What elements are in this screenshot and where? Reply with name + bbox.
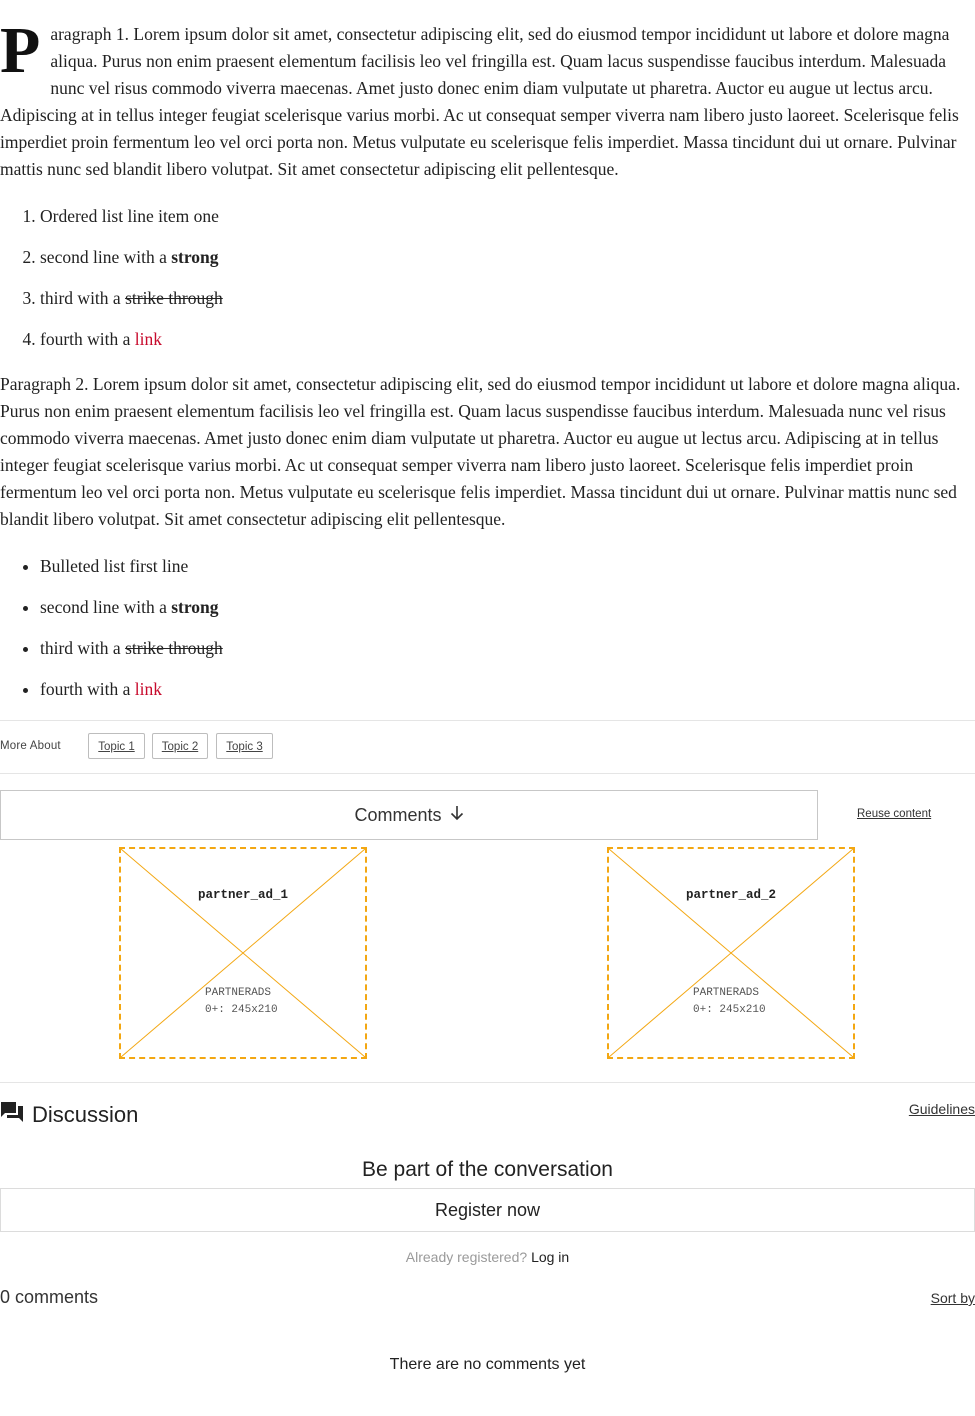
list-item-text: third with a: [40, 638, 126, 658]
paragraph-1: Paragraph 1. Lorem ipsum dolor sit amet,…: [0, 14, 975, 183]
partner-ad-2[interactable]: partner_ad_2 PARTNERADS 0+: 245x210: [607, 847, 855, 1059]
discussion-title: Discussion: [32, 1101, 139, 1127]
sort-by-link[interactable]: Sort by: [931, 1290, 975, 1306]
list-item: fourth with a link: [40, 326, 223, 367]
topic-tag-1[interactable]: Topic 1: [88, 733, 145, 759]
comments-button[interactable]: Comments: [0, 790, 818, 840]
ad-meta-line: 0+: 245x210: [205, 1004, 278, 1016]
discussion-section: Discussion Guidelines Be part of the con…: [0, 1082, 975, 1373]
list-item: third with a strike through: [40, 635, 223, 676]
ad-placeholder-cross-icon: [609, 849, 853, 1057]
list-item: Ordered list line item one: [40, 203, 223, 244]
more-about-label: More About: [0, 740, 61, 752]
ad-meta-line: 0+: 245x210: [693, 1004, 766, 1016]
more-about-bar: More About Topic 1 Topic 2 Topic 3: [0, 720, 975, 774]
guidelines-link[interactable]: Guidelines: [909, 1101, 975, 1117]
list-item-text: fourth with a: [40, 329, 135, 349]
forum-icon: [0, 1101, 24, 1128]
ad-title: partner_ad_2: [685, 888, 776, 902]
ad-placeholder-cross-icon: [121, 849, 365, 1057]
discussion-header: Discussion: [0, 1101, 138, 1128]
conversation-heading: Be part of the conversation: [362, 1158, 613, 1181]
strong-text: strong: [171, 597, 219, 617]
list-item-text: second line with a: [40, 597, 172, 617]
arrow-down-icon: [450, 805, 464, 826]
comments-button-label: Comments: [354, 804, 442, 825]
reuse-content-link[interactable]: Reuse content: [857, 808, 931, 820]
inline-link[interactable]: link: [135, 329, 162, 349]
drop-cap: P: [0, 14, 41, 87]
ad-meta: PARTNERADS 0+: 245x210: [693, 985, 766, 1019]
paragraph-2: Paragraph 2. Lorem ipsum dolor sit amet,…: [0, 374, 961, 529]
bulleted-list: Bulleted list first line second line wit…: [0, 553, 223, 717]
strikethrough-text: strike through: [125, 288, 223, 308]
list-item: second line with a strong: [40, 594, 223, 635]
empty-comments-message: There are no comments yet: [389, 1356, 586, 1373]
topic-tag-2[interactable]: Topic 2: [152, 733, 208, 759]
list-item-text: Bulleted list first line: [40, 556, 189, 576]
inline-link[interactable]: link: [135, 679, 162, 699]
ad-meta-line: PARTNERADS: [693, 987, 760, 999]
paragraph-1-text: aragraph 1. Lorem ipsum dolor sit amet, …: [0, 24, 959, 179]
list-item: second line with a strong: [40, 244, 223, 285]
list-item: Bulleted list first line: [40, 553, 223, 594]
list-item: fourth with a link: [40, 676, 223, 717]
topic-tag-3[interactable]: Topic 3: [216, 733, 273, 759]
list-item-text: third with a: [40, 288, 126, 308]
login-link[interactable]: Log in: [531, 1249, 569, 1265]
already-registered-line: Already registered? Log in: [0, 1249, 975, 1265]
partner-ad-1[interactable]: partner_ad_1 PARTNERADS 0+: 245x210: [119, 847, 367, 1059]
list-item-text: fourth with a: [40, 679, 135, 699]
list-item: third with a strike through: [40, 285, 223, 326]
ad-meta-line: PARTNERADS: [205, 987, 272, 999]
strong-text: strong: [171, 247, 219, 267]
already-registered-text: Already registered?: [405, 1249, 528, 1265]
ad-title: partner_ad_1: [197, 888, 288, 902]
comment-count: 0 comments: [0, 1287, 99, 1307]
register-button[interactable]: Register now: [0, 1188, 975, 1232]
ad-meta: PARTNERADS 0+: 245x210: [205, 985, 278, 1019]
list-item-text: second line with a: [40, 247, 172, 267]
strikethrough-text: strike through: [125, 638, 223, 658]
list-item-text: Ordered list line item one: [40, 206, 219, 226]
ordered-list: Ordered list line item one second line w…: [0, 203, 223, 367]
